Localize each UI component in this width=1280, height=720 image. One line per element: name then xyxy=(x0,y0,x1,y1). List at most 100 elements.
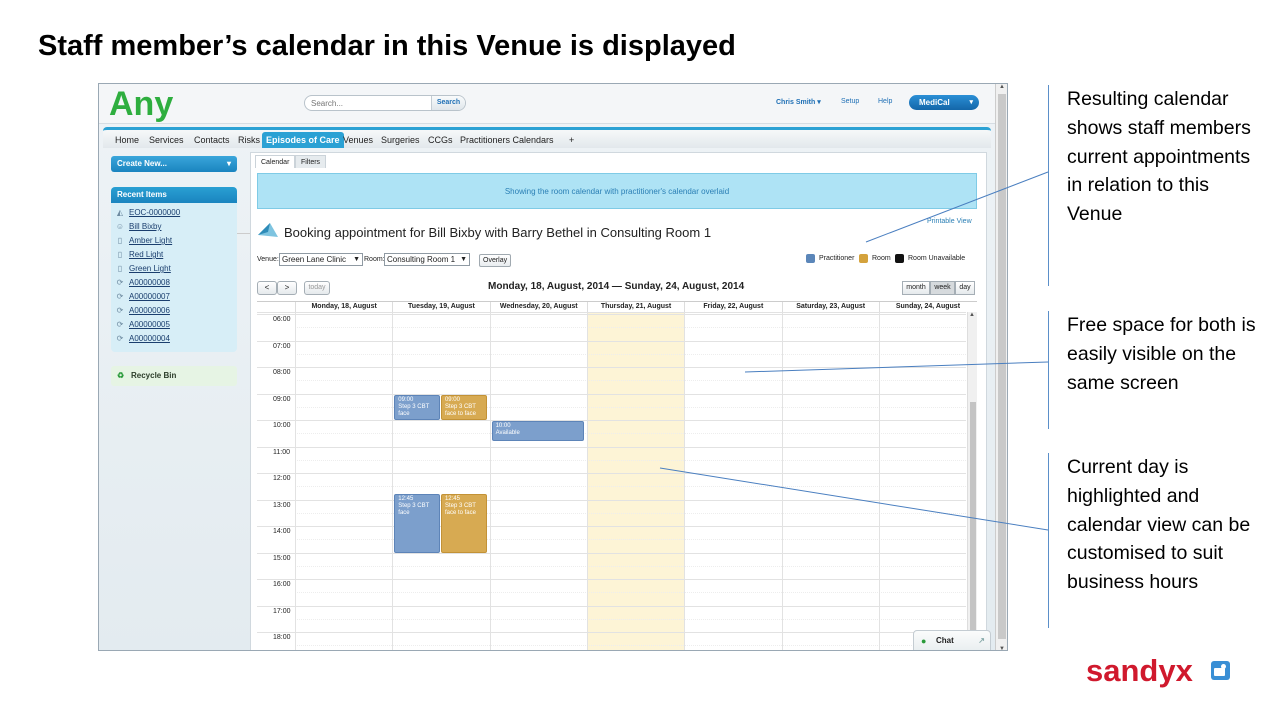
practitioner-appointment[interactable]: 09:00 Step 3 CBT face xyxy=(394,394,440,420)
half-hour-line xyxy=(295,353,966,355)
recent-item[interactable]: ◭ EOC-0000000 xyxy=(115,207,180,219)
today-button[interactable]: today xyxy=(304,281,330,295)
recent-item-label: Amber Light xyxy=(129,236,173,245)
room-select[interactable]: Consulting Room 1 ▼ xyxy=(384,253,470,266)
view-week-button[interactable]: week xyxy=(930,281,955,295)
tab-contacts[interactable]: Contacts xyxy=(190,132,234,148)
room-value: Consulting Room 1 xyxy=(387,255,456,264)
venue-value: Green Lane Clinic xyxy=(282,255,347,264)
today-highlight xyxy=(586,312,685,650)
time-label: 07:00 xyxy=(273,342,291,350)
recent-items-title: Recent Items xyxy=(111,187,237,203)
callout-1: Resulting calendar shows staff members c… xyxy=(1048,85,1263,286)
tab-practitioners-calendars[interactable]: Practitioners Calendars xyxy=(456,132,558,148)
header-divider xyxy=(257,312,966,313)
half-hour-line xyxy=(295,459,966,461)
time-label: 09:00 xyxy=(273,395,291,403)
user-menu[interactable]: Chris Smith ▾ xyxy=(776,98,821,106)
scroll-up-icon: ▲ xyxy=(999,84,1005,90)
chat-button[interactable]: ● Chat ↗ xyxy=(913,630,991,650)
add-tab-icon[interactable]: + xyxy=(565,132,578,148)
legend-label: Room xyxy=(872,255,891,262)
brand-logo: sandyx xyxy=(1086,653,1193,688)
recent-item[interactable]: ⟳ A00000005 xyxy=(115,319,170,331)
episode-icon: ◭ xyxy=(116,208,124,217)
day-header: Sunday, 24, August xyxy=(878,302,976,312)
recent-item[interactable]: ☺ Bill Bixby xyxy=(115,221,162,233)
room-appointment[interactable]: 12:45 Step 3 CBT face to face xyxy=(440,493,487,553)
venue-select[interactable]: Green Lane Clinic ▼ xyxy=(279,253,363,266)
tab-venues[interactable]: Venues xyxy=(339,132,377,148)
overlay-button[interactable]: Overlay xyxy=(479,254,512,267)
recent-item[interactable]: ⟳ A00000007 xyxy=(115,291,170,303)
user-name: Chris Smith xyxy=(776,99,816,106)
venue-label: Venue: xyxy=(257,256,279,263)
next-week-button[interactable]: > xyxy=(277,281,297,295)
day-header: Thursday, 21, August xyxy=(586,302,684,312)
tab-episodes-of-care[interactable]: Episodes of Care xyxy=(262,132,344,148)
time-label: 16:00 xyxy=(273,581,291,588)
day-column-line xyxy=(295,312,296,650)
subtab-filters[interactable]: Filters xyxy=(295,155,327,168)
app-switcher-button[interactable]: MediCal ▾ xyxy=(909,95,979,110)
booking-icon xyxy=(258,223,278,237)
help-link[interactable]: Help xyxy=(878,98,892,105)
appointment-text: Step 3 CBT face xyxy=(398,502,430,516)
day-column-line xyxy=(489,312,491,650)
create-new-button[interactable]: Create New... ▾ xyxy=(111,156,237,172)
day-column-line xyxy=(684,312,686,650)
day-column-line xyxy=(781,312,783,650)
chevron-down-icon: ▾ xyxy=(226,159,231,168)
tab-services[interactable]: Services xyxy=(145,132,188,148)
date-range: Monday, 18, August, 2014 — Sunday, 24, A… xyxy=(488,281,745,292)
setup-link[interactable]: Setup xyxy=(841,98,859,105)
window-scrollbar[interactable]: ▲ ▼ xyxy=(995,84,1007,650)
callout-2: Free space for both is easily visible on… xyxy=(1048,311,1263,429)
search-button[interactable]: Search xyxy=(431,96,465,110)
recent-item[interactable]: ⟳ A00000006 xyxy=(115,305,170,317)
practitioner-appointment[interactable]: 12:45 Step 3 CBT face xyxy=(394,493,440,553)
calendar-scroll-thumb[interactable] xyxy=(970,402,976,650)
appointment-icon: ⟳ xyxy=(116,320,124,329)
recent-item[interactable]: ⟳ A00000008 xyxy=(115,277,170,289)
day-column-line xyxy=(878,312,880,650)
room-appointment[interactable]: 09:00 Step 3 CBT face to face xyxy=(440,394,487,420)
time-label: 06:00 xyxy=(273,316,291,323)
recent-item[interactable]: ▯ Amber Light xyxy=(115,235,172,247)
time-label: 17:00 xyxy=(273,607,291,615)
time-label: 11:00 xyxy=(273,448,290,456)
practitioner-appointment[interactable]: 10:00 Available xyxy=(491,421,584,442)
printable-view-link[interactable]: Printable View xyxy=(927,218,972,225)
prev-week-button[interactable]: < xyxy=(257,281,277,295)
appointment-text: Step 3 CBT face to face xyxy=(444,403,476,417)
recent-item[interactable]: ▯ Green Light xyxy=(115,263,171,275)
half-hour-line xyxy=(295,592,966,594)
recent-item[interactable]: ⟳ A00000004 xyxy=(115,333,170,345)
view-day-button[interactable]: day xyxy=(955,281,975,295)
tab-risks[interactable]: Risks xyxy=(234,132,264,148)
recent-item-label: Green Light xyxy=(129,264,171,273)
time-label: 08:00 xyxy=(273,369,291,376)
window-scroll-thumb[interactable] xyxy=(998,94,1006,639)
appointment-icon: ⟳ xyxy=(116,306,124,315)
recent-item-label: Red Light xyxy=(129,250,164,259)
view-month-button[interactable]: month xyxy=(902,281,930,295)
recycle-bin-label: Recycle Bin xyxy=(131,371,177,380)
tab-surgeries[interactable]: Surgeries xyxy=(377,132,424,148)
tab-ccgs[interactable]: CCGs xyxy=(424,132,457,148)
time-label: 13:00 xyxy=(273,501,291,509)
recycle-bin-link[interactable]: ♻ Recycle Bin xyxy=(111,366,237,386)
document-icon: ▯ xyxy=(117,250,123,259)
day-column-line xyxy=(392,312,394,650)
calendar-scrollbar[interactable]: ▲ xyxy=(967,312,977,650)
tab-home[interactable]: Home xyxy=(111,132,143,148)
hour-line xyxy=(257,605,966,607)
appointment-text: Step 3 CBT face xyxy=(398,403,430,417)
search-input[interactable] xyxy=(311,97,429,110)
recent-item-label: A00000008 xyxy=(129,278,170,287)
booking-title: Booking appointment for Bill Bixby with … xyxy=(284,225,712,240)
app-logo[interactable]: AnyCAL xyxy=(109,85,835,272)
subtab-calendar[interactable]: Calendar xyxy=(255,155,296,168)
recent-item[interactable]: ▯ Red Light xyxy=(115,249,163,261)
room-label: Room: xyxy=(364,256,385,263)
